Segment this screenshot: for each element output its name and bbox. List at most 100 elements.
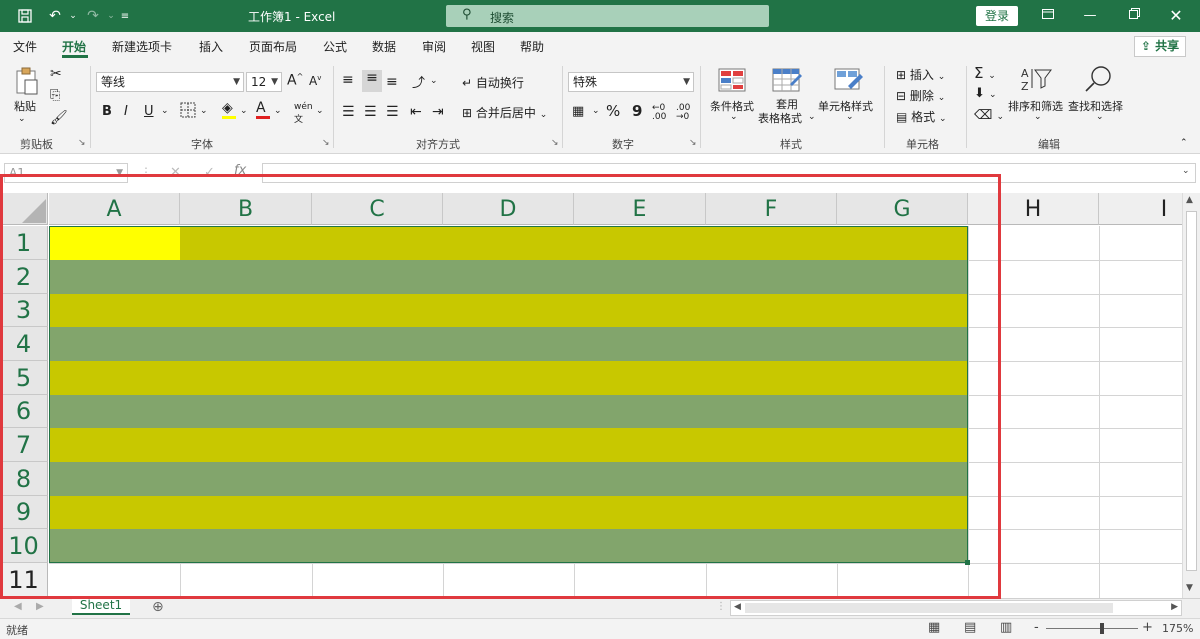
collapse-ribbon-icon[interactable]: ⌃	[1180, 138, 1188, 148]
formula-input[interactable]	[262, 163, 1196, 183]
next-sheet-icon[interactable]: ▶	[36, 601, 44, 612]
close-icon[interactable]: ✕	[1164, 6, 1188, 26]
menu-data[interactable]: 数据	[372, 38, 396, 55]
align-top-icon[interactable]: ≡	[342, 72, 354, 88]
conditional-format-icon[interactable]	[718, 68, 746, 95]
search-box[interactable]: ⚲ 搜索	[446, 5, 769, 27]
share-button[interactable]: ⇪ 共享	[1134, 36, 1186, 57]
customize-qat-icon[interactable]: ≡	[114, 6, 136, 26]
sort-filter-icon[interactable]: AZ	[1020, 66, 1052, 95]
decrease-indent-icon[interactable]: ⇤	[410, 104, 422, 120]
scroll-left-icon[interactable]: ◀	[734, 602, 741, 612]
accounting-format-icon[interactable]: ▦	[572, 104, 584, 119]
plus-circle-icon[interactable]: ⊕	[152, 599, 164, 615]
restore-icon[interactable]	[1122, 6, 1146, 26]
page-break-view-icon[interactable]: ▥	[1000, 620, 1012, 635]
grow-font-icon[interactable]: A^	[287, 72, 303, 89]
format-as-table-label-2[interactable]: 表格格式	[758, 110, 802, 126]
menu-insert[interactable]: 插入	[199, 38, 223, 55]
chevron-down-icon[interactable]: ⌄	[1034, 112, 1042, 122]
number-format-combo[interactable]: 特殊 ▼	[568, 72, 694, 92]
login-button[interactable]: 登录	[976, 6, 1018, 26]
chevron-down-icon[interactable]: ⌄	[274, 106, 282, 116]
insert-function-icon[interactable]: fx	[234, 163, 246, 178]
column-header-b[interactable]: B	[180, 193, 312, 225]
insert-cells-button[interactable]: ⊞ 插入 ⌄	[896, 66, 945, 83]
format-as-table-icon[interactable]	[772, 68, 802, 97]
minimize-icon[interactable]: —	[1078, 6, 1102, 26]
undo-dropdown-icon[interactable]: ⌄	[62, 6, 84, 26]
cell-styles-icon[interactable]	[834, 68, 864, 97]
sheet-tab-sheet1[interactable]: Sheet1	[72, 598, 130, 615]
worksheet-grid[interactable]: A B C D E F G H I 1 2 3 4 5 6 7 8 9 10 1…	[0, 193, 1182, 598]
phonetic-guide-icon[interactable]: wén 文	[294, 102, 313, 125]
column-header-h[interactable]: H	[968, 193, 1099, 225]
menu-file[interactable]: 文件	[13, 38, 37, 55]
scroll-down-icon[interactable]: ▼	[1186, 583, 1193, 593]
chevron-down-icon[interactable]: ⌄	[846, 112, 854, 122]
font-size-combo[interactable]: 12 ▼	[246, 72, 282, 92]
chevron-down-icon[interactable]: ⌄	[240, 106, 248, 116]
align-center-icon[interactable]: ☰	[364, 104, 377, 120]
zoom-slider-thumb[interactable]	[1100, 623, 1104, 634]
comma-button[interactable]: 9	[632, 102, 642, 120]
increase-decimal-icon[interactable]: ←0.00	[652, 104, 666, 122]
column-header-g[interactable]: G	[837, 193, 968, 225]
autosum-icon[interactable]: Σ ⌄	[974, 64, 996, 82]
alignment-launcher-icon[interactable]: ↘	[551, 138, 559, 148]
save-icon[interactable]	[14, 6, 36, 26]
chevron-down-icon[interactable]: ⌄	[592, 106, 600, 116]
menu-help[interactable]: 帮助	[520, 38, 544, 55]
increase-indent-icon[interactable]: ⇥	[432, 104, 444, 120]
zoom-in-button[interactable]: +	[1142, 620, 1153, 635]
horizontal-scroll-thumb[interactable]	[745, 603, 1113, 613]
fill-color-icon[interactable]: ◈	[222, 100, 236, 119]
align-middle-icon[interactable]: ≡	[362, 70, 382, 92]
delete-cells-button[interactable]: ⊟ 删除 ⌄	[896, 87, 945, 104]
ribbon-display-icon[interactable]	[1036, 6, 1060, 26]
vertical-scrollbar[interactable]: ▲ ▼	[1182, 193, 1200, 598]
column-header-c[interactable]: C	[312, 193, 443, 225]
decrease-decimal-icon[interactable]: .00 →0	[676, 104, 690, 122]
clear-icon[interactable]: ⌫ ⌄	[974, 108, 1004, 123]
tab-split-handle[interactable]: ⋮	[716, 601, 726, 612]
page-layout-view-icon[interactable]: ▤	[964, 620, 976, 635]
zoom-level[interactable]: 175%	[1162, 622, 1193, 635]
select-all-button[interactable]	[0, 193, 48, 225]
scroll-up-icon[interactable]: ▲	[1186, 195, 1193, 205]
italic-button[interactable]: I	[124, 104, 128, 119]
chevron-down-icon[interactable]: ⌄	[430, 76, 438, 86]
menu-review[interactable]: 审阅	[422, 38, 446, 55]
scroll-thumb[interactable]	[1186, 211, 1197, 571]
find-select-icon[interactable]	[1084, 64, 1114, 97]
border-icon[interactable]	[180, 102, 196, 121]
row-header-2[interactable]: 2	[0, 260, 48, 294]
bold-button[interactable]: B	[102, 104, 112, 119]
format-cells-button[interactable]: ▤ 格式 ⌄	[896, 108, 947, 125]
horizontal-scrollbar[interactable]: ◀ ▶	[730, 600, 1182, 616]
column-header-f[interactable]: F	[706, 193, 837, 225]
font-name-combo[interactable]: 等线 ▼	[96, 72, 244, 92]
orientation-icon[interactable]: ⤴	[412, 72, 425, 91]
column-header-d[interactable]: D	[443, 193, 574, 225]
chevron-down-icon[interactable]: ⌄	[730, 112, 738, 122]
number-launcher-icon[interactable]: ↘	[689, 138, 697, 148]
expand-formula-icon[interactable]: ⌄	[1182, 166, 1190, 176]
row-header-6[interactable]: 6	[0, 395, 48, 428]
column-header-a[interactable]: A	[49, 193, 180, 225]
cut-icon[interactable]: ✂	[50, 66, 62, 82]
chevron-down-icon[interactable]: ⌄	[316, 106, 324, 116]
chevron-down-icon[interactable]: ⌄	[161, 106, 169, 116]
font-launcher-icon[interactable]: ↘	[322, 138, 330, 148]
zoom-out-button[interactable]: -	[1034, 620, 1039, 635]
menu-formulas[interactable]: 公式	[323, 38, 347, 55]
normal-view-icon[interactable]: ▦	[928, 620, 940, 635]
row-header-8[interactable]: 8	[0, 462, 48, 496]
row-header-1[interactable]: 1	[0, 226, 48, 260]
wrap-text-button[interactable]: ↵ 自动换行	[462, 74, 524, 91]
column-header-e[interactable]: E	[574, 193, 706, 225]
fill-handle[interactable]	[965, 560, 970, 565]
chevron-down-icon[interactable]: ⌄	[1096, 112, 1104, 122]
clipboard-launcher-icon[interactable]: ↘	[78, 138, 86, 148]
format-painter-icon[interactable]: 🖌	[50, 110, 68, 126]
